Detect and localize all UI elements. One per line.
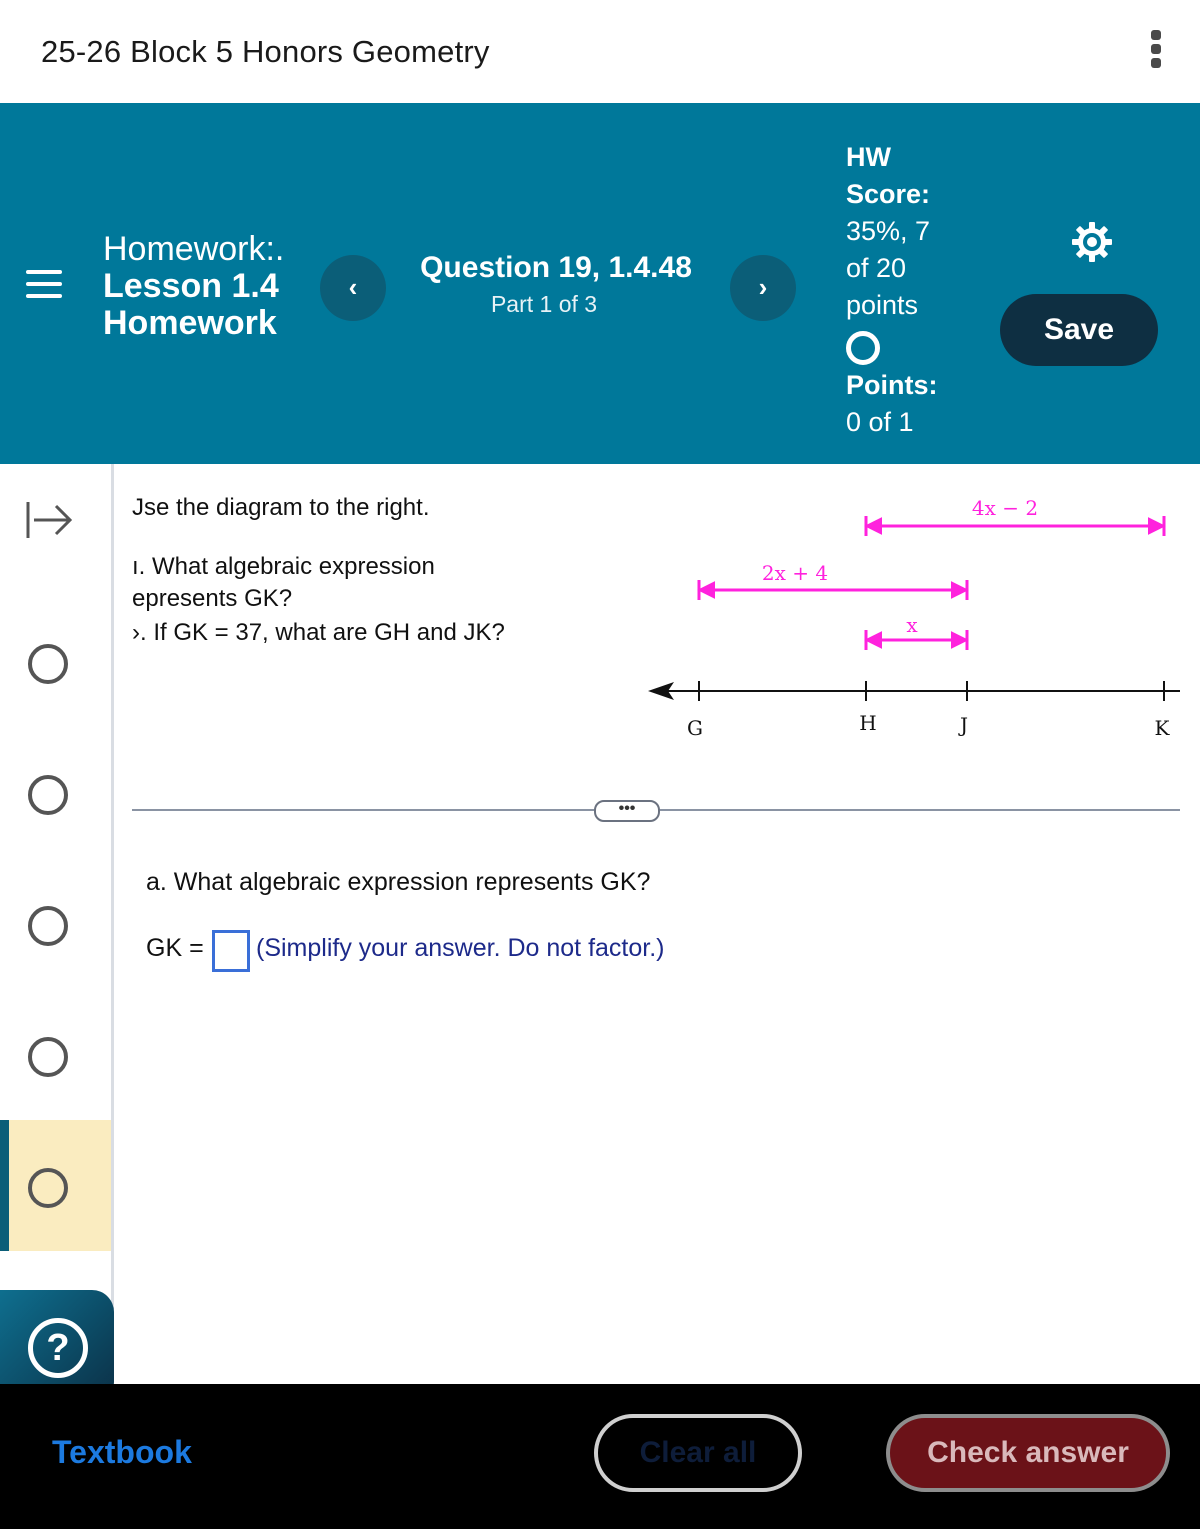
clear-all-button[interactable]: Clear all	[594, 1414, 802, 1492]
segment-diagram: 4x − 2 2x + 4 x G H J K	[648, 496, 1180, 740]
score-panel: HW Score: 35%, 7 of 20 points Points: 0 …	[846, 139, 938, 441]
active-question-row[interactable]	[0, 1120, 111, 1251]
score-value-line1: 35%, 7	[846, 216, 931, 246]
answer-input[interactable]	[212, 930, 250, 972]
score-value-line3: points	[846, 290, 919, 320]
hw-label: HW	[846, 142, 891, 172]
textbook-link[interactable]: Textbook	[52, 1434, 192, 1471]
score-value-line2: of 20	[846, 253, 907, 283]
points-label: Points:	[846, 370, 938, 400]
question-part-b: ›. If GK = 37, what are GH and JK?	[132, 619, 505, 646]
previous-question-button[interactable]: ‹	[320, 255, 386, 321]
answer-label: GK =	[146, 934, 204, 962]
bottom-toolbar: Textbook Clear all Check answer	[0, 1384, 1200, 1529]
points-status-icon	[846, 331, 880, 365]
question-status-dot[interactable]	[28, 1168, 68, 1208]
point-g-label: G	[687, 716, 703, 740]
segment-gj: 2x + 4	[697, 561, 969, 600]
number-line: G H J K	[648, 681, 1180, 740]
more-options-icon[interactable]	[1146, 30, 1166, 74]
segment-hj: x	[864, 613, 969, 650]
check-answer-button[interactable]: Check answer	[886, 1414, 1170, 1492]
homework-title: Homework:. Lesson 1.4 Homework	[103, 231, 284, 342]
homework-title-line2: Lesson 1.4	[103, 267, 279, 305]
point-j-label: J	[958, 713, 968, 737]
assignment-header: Homework:. Lesson 1.4 Homework ‹ Questio…	[0, 103, 1200, 464]
points-value: 0 of 1	[846, 407, 914, 437]
question-part-a-line2: epresents GK?	[132, 585, 293, 612]
homework-title-line1: Homework:.	[103, 230, 285, 268]
question-status-dot[interactable]	[28, 1037, 68, 1077]
top-bar: 25-26 Block 5 Honors Geometry	[0, 0, 1200, 103]
question-status-dot[interactable]	[28, 775, 68, 815]
question-part-a-line1: ı. What algebraic expression	[132, 553, 435, 580]
segment-hk: 4x − 2	[864, 496, 1166, 536]
course-title: 25-26 Block 5 Honors Geometry	[41, 34, 490, 69]
point-k-label: K	[1155, 716, 1171, 740]
question-intro: Jse the diagram to the right.	[132, 494, 430, 521]
question-number: Question 19, 1.4.48	[420, 251, 692, 284]
homework-title-line3: Homework	[103, 304, 277, 342]
answer-hint: (Simplify your answer. Do not factor.)	[256, 934, 665, 962]
resize-handle[interactable]: •••	[594, 800, 660, 822]
expand-panel-icon[interactable]	[24, 500, 76, 540]
segment-gj-label: 2x + 4	[762, 561, 828, 585]
sub-question: a. What algebraic expression represents …	[146, 868, 651, 896]
question-sidebar	[0, 464, 114, 1384]
question-status-dot[interactable]	[28, 906, 68, 946]
gear-icon[interactable]	[1070, 220, 1114, 264]
question-part: Part 1 of 3	[490, 291, 598, 317]
segment-hk-label: 4x − 2	[972, 496, 1038, 520]
segment-hj-label: x	[906, 613, 918, 637]
active-indicator	[0, 1120, 9, 1251]
question-mark-icon: ?	[28, 1318, 88, 1378]
next-question-button[interactable]: ›	[730, 255, 796, 321]
point-h-label: H	[859, 711, 876, 735]
question-status-dot[interactable]	[28, 644, 68, 684]
score-label: Score:	[846, 179, 931, 209]
hamburger-menu-icon[interactable]	[26, 270, 62, 300]
save-button[interactable]: Save	[1000, 294, 1158, 366]
